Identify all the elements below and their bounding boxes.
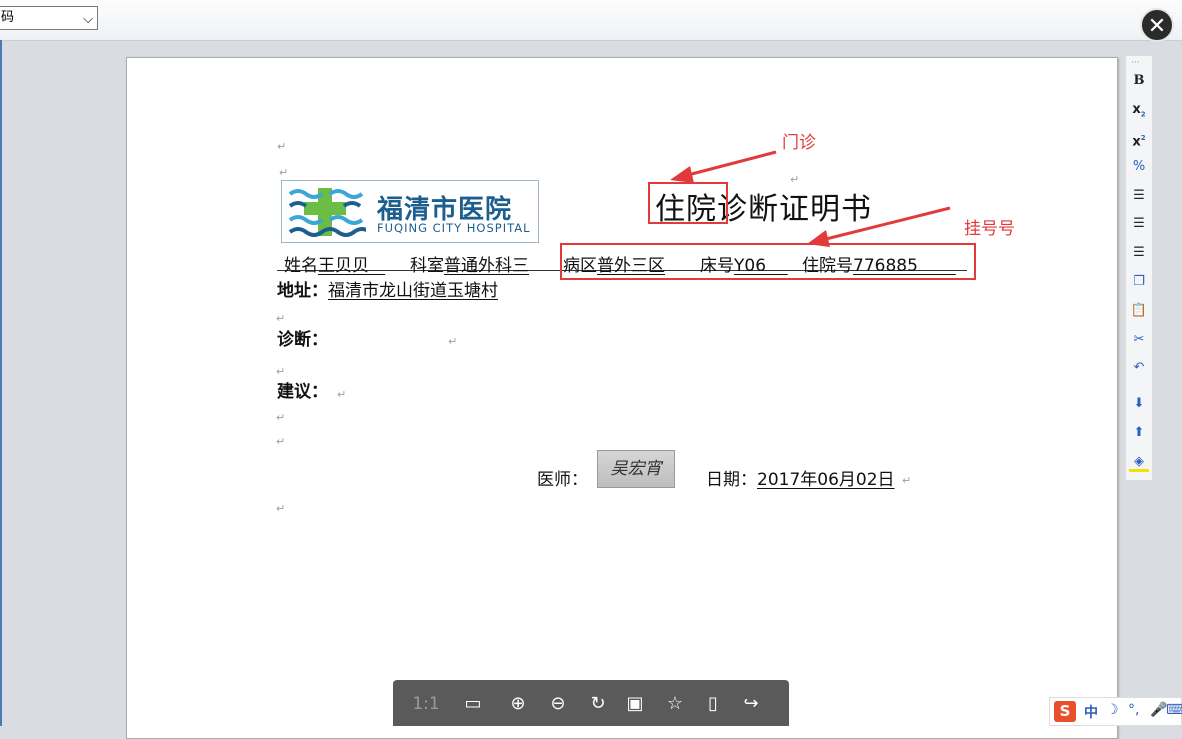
image-viewer-toolbar: 1:1 ▭ ⊕ ⊖ ↻ ▣ ☆ ▯ ↪ (393, 680, 789, 726)
align-center-icon[interactable]: ☰ (1129, 214, 1149, 234)
ime-status-bar[interactable]: S 中 ☽ °, 🎤 ⌨ (1049, 697, 1182, 726)
toolbar-grip[interactable]: ··· (1131, 58, 1140, 68)
zoom-out-icon[interactable]: ⊖ (544, 691, 572, 717)
save-icon[interactable]: ▣ (621, 691, 649, 717)
annotation-outpatient: 门诊 (782, 133, 816, 153)
zoom-in-icon[interactable]: ⊕ (504, 691, 532, 717)
bookmark-icon[interactable]: ☆ (661, 691, 689, 717)
actual-size-button[interactable]: 1:1 (409, 691, 443, 717)
move-up-icon[interactable]: ⬆ (1129, 423, 1149, 443)
superscript-icon[interactable]: x2 (1129, 128, 1149, 149)
percent-icon[interactable]: % (1129, 157, 1149, 177)
align-left-icon[interactable]: ☰ (1129, 186, 1149, 206)
ime-mode[interactable]: 中 (1084, 702, 1098, 722)
move-down-icon[interactable]: ⬇ (1129, 394, 1149, 414)
share-icon[interactable]: ↪ (737, 691, 765, 717)
keyboard-icon[interactable]: ⌨ (1166, 702, 1182, 718)
punctuation-icon[interactable]: °, (1128, 702, 1139, 718)
copy-icon[interactable]: ❐ (1129, 272, 1149, 292)
format-toolbar: ··· B x2 x2 % ☰ ☰ ☰ ❐ 📋 ✂ ↶ ⬇ ⬆ ◈ (1125, 56, 1152, 480)
annotation-registration-no: 挂号号 (964, 219, 1015, 239)
phone-icon[interactable]: ▯ (699, 691, 727, 717)
paste-icon[interactable]: 📋 (1129, 301, 1149, 321)
annotation-arrows (670, 150, 951, 247)
cut-icon[interactable]: ✂ (1129, 330, 1149, 350)
fill-color-icon[interactable]: ◈ (1129, 452, 1149, 472)
fit-window-icon[interactable]: ▭ (459, 691, 487, 717)
ime-logo: S (1054, 701, 1076, 722)
subscript-icon[interactable]: x2 (1129, 100, 1149, 120)
moon-icon[interactable]: ☽ (1106, 702, 1119, 718)
undo-icon[interactable]: ↶ (1129, 358, 1149, 378)
rotate-icon[interactable]: ↻ (584, 691, 612, 717)
microphone-icon[interactable]: 🎤 (1150, 702, 1167, 718)
bold-icon[interactable]: B (1129, 71, 1149, 91)
align-right-icon[interactable]: ☰ (1129, 243, 1149, 263)
